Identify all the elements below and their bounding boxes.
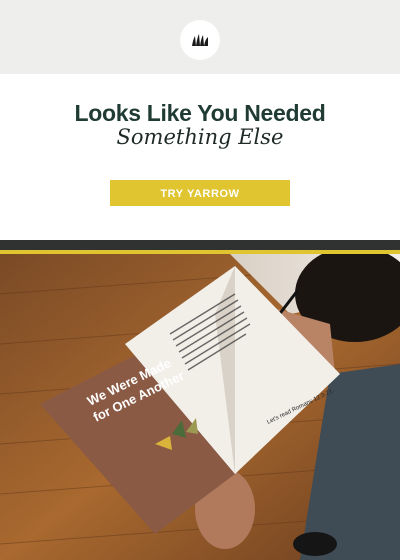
divider-dark xyxy=(0,240,400,250)
yarrow-leaf-icon xyxy=(192,34,208,46)
subheadline: Something Else xyxy=(116,125,284,149)
reading-book-illustration: We Were Made for One Another Let's read … xyxy=(0,254,400,560)
logo-badge[interactable] xyxy=(180,20,220,60)
hero-section xyxy=(0,74,400,240)
hero-photo: We Were Made for One Another Let's read … xyxy=(0,254,400,560)
header-bar xyxy=(0,0,400,74)
headline: Looks Like You Needed xyxy=(74,100,326,126)
try-yarrow-button[interactable]: TRY YARROW xyxy=(110,180,290,206)
